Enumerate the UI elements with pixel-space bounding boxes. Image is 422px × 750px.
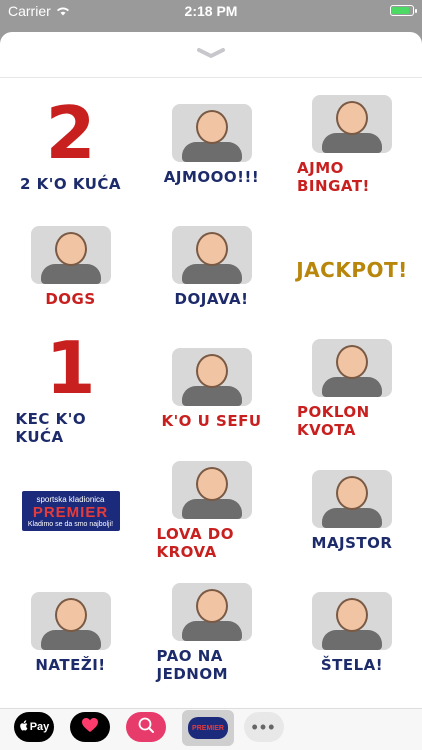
app-drawer: Pay PREMIER ••• bbox=[0, 708, 422, 750]
sticker-cell[interactable]: DOJAVA! bbox=[141, 206, 282, 328]
sticker-caption: DOGS bbox=[45, 290, 96, 308]
images-search-button[interactable] bbox=[126, 712, 166, 742]
sticker-illustration bbox=[30, 592, 111, 650]
sticker-cell[interactable]: NATEŽI! bbox=[0, 572, 141, 694]
sticker-cell[interactable]: DOGS bbox=[0, 206, 141, 328]
sticker-illustration bbox=[171, 583, 252, 641]
apple-pay-button[interactable]: Pay bbox=[14, 712, 54, 742]
globe-search-icon bbox=[137, 716, 155, 739]
sticker-cell[interactable]: JACKPOT! bbox=[282, 206, 422, 328]
sticker-caption: LOVA DO KROVA bbox=[156, 525, 234, 561]
sticker[interactable]: LOVA DO KROVA bbox=[157, 461, 267, 561]
more-apps-button[interactable]: ••• bbox=[244, 712, 284, 742]
sticker-cell[interactable]: 22 K'O KUĆA bbox=[0, 84, 141, 206]
sticker[interactable]: AJMOOO!!! bbox=[157, 95, 267, 195]
sticker-caption: AJMOOO!!! bbox=[163, 168, 260, 186]
sticker-cell[interactable]: MAJSTOR bbox=[282, 450, 422, 572]
sticker[interactable]: sportska kladionica PREMIER Kladimo se da … bbox=[16, 461, 126, 561]
sticker-caption: ŠTELA! bbox=[320, 656, 384, 674]
sticker-caption: POKLON KVOTA bbox=[297, 403, 370, 439]
apple-pay-label: Pay bbox=[29, 721, 50, 733]
sticker-cell[interactable]: K'O U SEFU bbox=[141, 328, 282, 450]
premier-logo-brand: PREMIER bbox=[32, 503, 109, 521]
sticker[interactable]: ŠTELA! bbox=[297, 583, 407, 683]
sticker[interactable]: JACKPOT! bbox=[296, 217, 408, 317]
sticker-caption: K'O U SEFU bbox=[161, 412, 262, 430]
digital-touch-button[interactable] bbox=[70, 712, 110, 742]
sticker-cell[interactable]: POKLON KVOTA bbox=[282, 328, 422, 450]
sticker[interactable]: NATEŽI! bbox=[16, 583, 126, 683]
sticker[interactable]: 22 K'O KUĆA bbox=[16, 95, 126, 195]
sticker[interactable]: 1 KEC K'O KUĆA bbox=[16, 332, 126, 446]
sticker-cell[interactable]: AJMO BINGAT! bbox=[282, 84, 422, 206]
sticker-illustration bbox=[171, 226, 252, 284]
apple-logo-icon bbox=[19, 720, 28, 734]
clock: 2:18 PM bbox=[184, 3, 238, 19]
sticker-cell[interactable]: PAO NA JEDNOM bbox=[141, 572, 282, 694]
sticker-illustration bbox=[30, 226, 111, 284]
premier-app-icon-text: PREMIER bbox=[192, 724, 224, 732]
sticker[interactable]: K'O U SEFU bbox=[157, 339, 267, 439]
sticker-cell[interactable]: LOVA DO KROVA bbox=[141, 450, 282, 572]
sticker-caption: PAO NA JEDNOM bbox=[156, 647, 229, 683]
premier-app-icon: PREMIER bbox=[188, 717, 228, 739]
sticker-illustration bbox=[312, 592, 392, 650]
premier-logo: sportska kladionica PREMIER Kladimo se da … bbox=[21, 491, 120, 531]
sticker-grid: 22 K'O KUĆA AJMOOO!!! AJMO BINGAT! DOGS DOJA… bbox=[0, 84, 422, 694]
sticker-number: 2 bbox=[45, 91, 96, 175]
sticker-caption: 2 K'O KUĆA bbox=[19, 175, 121, 193]
sheet-divider bbox=[0, 77, 422, 78]
heart-icon bbox=[81, 717, 99, 738]
sticker-cell[interactable]: 1 KEC K'O KUĆA bbox=[0, 328, 141, 450]
sticker-sheet: 22 K'O KUĆA AJMOOO!!! AJMO BINGAT! DOGS DOJA… bbox=[0, 32, 422, 708]
premier-sticker-app-button[interactable]: PREMIER bbox=[182, 710, 234, 746]
sticker-caption: MAJSTOR bbox=[311, 534, 393, 552]
status-bar: Carrier 2:18 PM bbox=[0, 0, 422, 22]
sticker-illustration bbox=[312, 470, 392, 528]
sticker-illustration bbox=[171, 348, 252, 406]
battery-icon bbox=[390, 5, 417, 16]
sticker-cell[interactable]: ŠTELA! bbox=[282, 572, 422, 694]
sticker[interactable]: DOGS bbox=[16, 217, 126, 317]
collapse-chevron-icon[interactable] bbox=[189, 42, 233, 66]
sticker-caption: JACKPOT! bbox=[296, 258, 408, 282]
sticker-caption: KEC K'O KUĆA bbox=[15, 410, 87, 446]
sticker[interactable]: POKLON KVOTA bbox=[297, 339, 407, 439]
sticker[interactable]: MAJSTOR bbox=[297, 461, 407, 561]
sticker-cell[interactable]: sportska kladionica PREMIER Kladimo se da … bbox=[0, 450, 141, 572]
sticker-caption: DOJAVA! bbox=[174, 290, 249, 308]
sticker-caption: AJMO BINGAT! bbox=[297, 159, 370, 195]
sticker-illustration bbox=[312, 95, 392, 153]
sticker-number: 1 bbox=[45, 326, 96, 410]
sticker-caption: NATEŽI! bbox=[35, 656, 106, 674]
sticker[interactable]: PAO NA JEDNOM bbox=[157, 583, 267, 683]
more-icon: ••• bbox=[251, 716, 277, 737]
sticker-cell[interactable]: AJMOOO!!! bbox=[141, 84, 282, 206]
premier-logo-top: sportska kladionica bbox=[36, 494, 105, 504]
sticker-illustration bbox=[171, 104, 252, 162]
premier-logo-sub: Kladimo se da smo najbolji! bbox=[27, 520, 114, 528]
sticker-illustration bbox=[312, 339, 392, 397]
sticker[interactable]: DOJAVA! bbox=[157, 217, 267, 317]
sticker[interactable]: AJMO BINGAT! bbox=[297, 95, 407, 195]
sticker-illustration bbox=[171, 461, 252, 519]
